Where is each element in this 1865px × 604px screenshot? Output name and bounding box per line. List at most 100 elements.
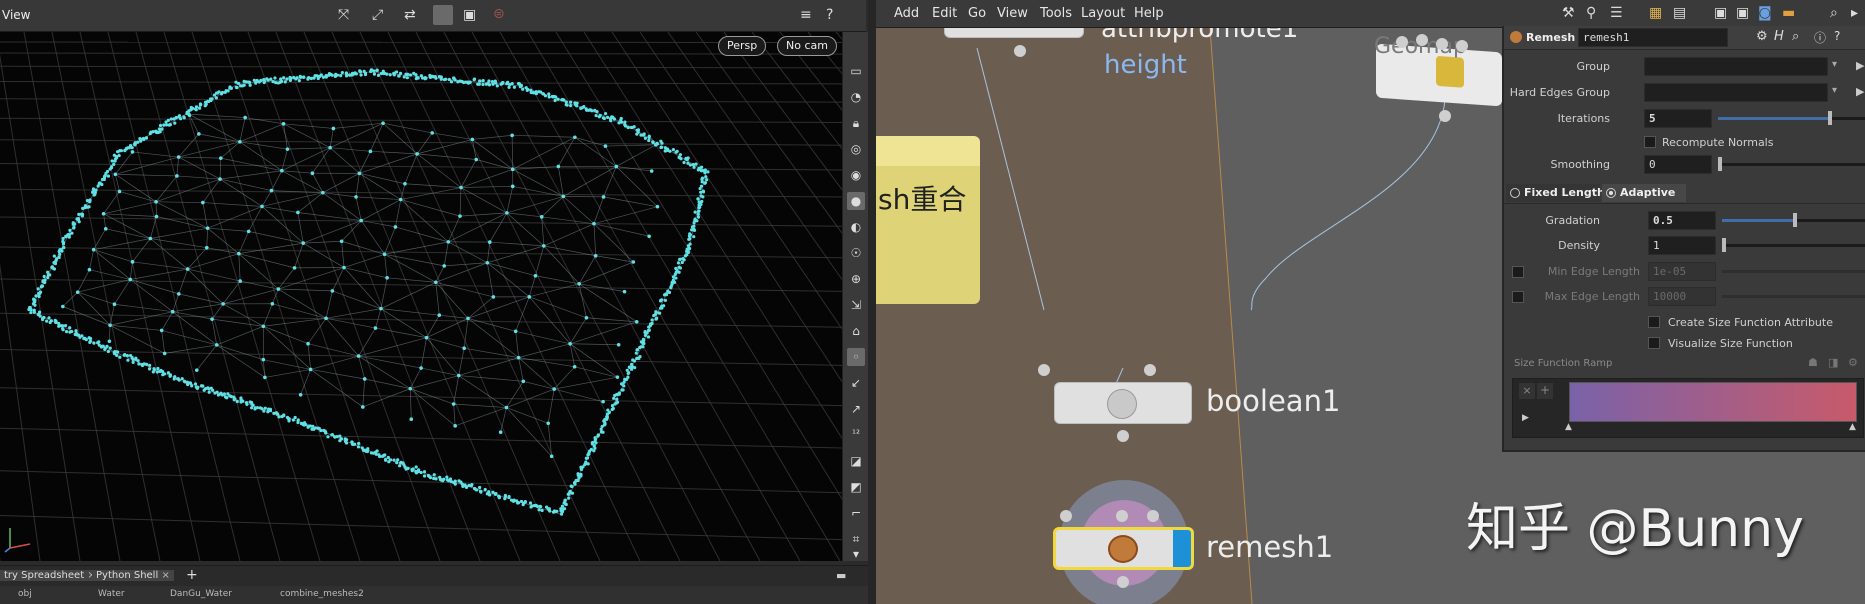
help-icon[interactable]: ?	[826, 7, 833, 23]
path-obj[interactable]: obj	[18, 589, 32, 599]
ramp-key-end[interactable]: ▲	[1849, 422, 1856, 432]
vis-icon[interactable]: ▭	[847, 62, 865, 80]
group-select-icon[interactable]: ▶	[1856, 59, 1864, 72]
smoothing-slider[interactable]	[1718, 156, 1865, 173]
max-edge-toggle[interactable]	[1512, 291, 1524, 303]
help-icon[interactable]: ?	[1834, 29, 1840, 43]
remesh-input-port-c[interactable]	[1147, 510, 1159, 522]
ramp-expand-icon[interactable]: ▶	[1522, 413, 1529, 423]
wrench-icon[interactable]: ⚒	[1562, 5, 1575, 21]
geomap-input-port[interactable]	[1456, 40, 1468, 52]
slider-knob[interactable]	[1827, 111, 1832, 125]
iterations-field[interactable]: 5	[1644, 109, 1712, 128]
ramp-gradient[interactable]	[1569, 382, 1857, 422]
density-slider[interactable]	[1722, 237, 1865, 254]
edge-icon[interactable]: ↙	[847, 374, 865, 392]
help-h-icon[interactable]: H	[1774, 29, 1784, 44]
camera-icon[interactable]: ◎	[847, 140, 865, 158]
scene-viewport[interactable]: Persp No cam	[0, 31, 1601, 562]
ramp-remove-icon[interactable]: ×	[1519, 383, 1535, 399]
recompute-normals-checkbox[interactable]	[1644, 136, 1656, 148]
ramp-preset-icon[interactable]: ☗	[1808, 356, 1818, 369]
density-field[interactable]: 1	[1648, 236, 1716, 255]
geomap-input-port[interactable]	[1396, 36, 1408, 48]
point-number-icon[interactable]: ¹²	[847, 426, 865, 444]
info-icon[interactable]: ⓘ	[1814, 29, 1826, 46]
boolean-node[interactable]	[1054, 382, 1192, 424]
menu-go[interactable]: Go	[968, 6, 986, 21]
iterations-slider[interactable]	[1718, 110, 1865, 127]
ramp-key-start[interactable]: ▲	[1565, 422, 1572, 432]
slider-knob[interactable]	[1718, 157, 1722, 171]
node-name-field[interactable]: remesh1	[1578, 28, 1728, 47]
min-edge-toggle[interactable]	[1512, 266, 1524, 278]
display-flag[interactable]	[1173, 530, 1191, 567]
ortho-icon[interactable]: ⌐	[847, 504, 865, 522]
close-icon[interactable]: ×	[161, 570, 169, 581]
tab-fixed-length[interactable]: Fixed Length	[1506, 184, 1605, 202]
path-dangu-water[interactable]: DanGu_Water	[170, 589, 232, 599]
attribpromote-node[interactable]	[944, 28, 1084, 38]
tab-adaptive[interactable]: Adaptive	[1602, 184, 1686, 202]
group-field[interactable]	[1644, 57, 1828, 76]
display-options-icon[interactable]: ≡	[800, 7, 812, 23]
geomap-input-port[interactable]	[1416, 34, 1428, 46]
boolean-input-port-a[interactable]	[1038, 364, 1050, 376]
smoothing-field[interactable]: 0	[1644, 155, 1712, 174]
point-display-icon[interactable]: ◦	[847, 348, 865, 366]
attribpromote-output-port[interactable]	[1014, 45, 1026, 57]
light-icon[interactable]: ●	[847, 192, 865, 210]
gradation-field[interactable]: 0.5	[1648, 211, 1716, 230]
pin-icon[interactable]: ⚲	[1586, 5, 1596, 21]
menu-add[interactable]: Add	[894, 6, 919, 21]
search-icon[interactable]: ⌕	[1792, 29, 1799, 44]
geomap-input-port[interactable]	[1436, 38, 1448, 50]
headlight-icon[interactable]: ◐	[847, 218, 865, 236]
hard-edges-select-icon[interactable]: ▶	[1856, 85, 1864, 98]
snapshot-icon[interactable]: ▣	[463, 7, 476, 23]
expand-down-icon[interactable]: ▾	[847, 548, 865, 560]
visualize-size-fn-checkbox[interactable]	[1648, 337, 1660, 349]
image2-icon[interactable]: ▣	[1736, 5, 1749, 21]
slider-knob[interactable]	[1792, 213, 1797, 227]
menu-view[interactable]: View	[997, 6, 1028, 21]
background-icon[interactable]: ◙	[1758, 5, 1772, 21]
remesh-node[interactable]	[1053, 527, 1194, 570]
ramp-add-icon[interactable]: +	[1537, 383, 1553, 399]
boolean-input-port-b[interactable]	[1144, 364, 1156, 376]
prim-icon[interactable]: ◪	[847, 452, 865, 470]
palette-icon[interactable]: ▬	[1782, 5, 1795, 21]
create-size-fn-checkbox[interactable]	[1648, 316, 1660, 328]
grid-snap-icon[interactable]: ⌗	[847, 530, 865, 548]
gradation-slider[interactable]	[1722, 212, 1865, 229]
persp-camera-menu[interactable]: Persp	[718, 36, 767, 56]
list-icon[interactable]: ☰	[1610, 5, 1623, 21]
search-icon[interactable]: ⌕	[1830, 5, 1838, 21]
tab-python-shell[interactable]: Python Shell ×	[92, 570, 174, 581]
ramp-gear-icon[interactable]: ⚙	[1848, 356, 1858, 369]
menu-tools[interactable]: Tools	[1040, 6, 1072, 21]
hard-edges-field[interactable]	[1644, 83, 1828, 102]
record-icon[interactable]: ⊜	[493, 6, 505, 22]
more-icon[interactable]: ▸	[1851, 5, 1858, 21]
tab-spreadsheet[interactable]: try Spreadsheet ×	[0, 570, 100, 581]
grid-view-icon[interactable]: ▦	[1649, 5, 1662, 21]
lock-icon[interactable]: 🔒︎	[847, 114, 865, 132]
sticky-note[interactable]: sh重合	[876, 136, 980, 304]
ramp-editor[interactable]: × + ▶ ▲ ▲	[1512, 378, 1864, 438]
menu-layout[interactable]: Layout	[1081, 6, 1125, 21]
bulb-icon[interactable]: ☉	[847, 244, 865, 262]
normals-icon[interactable]: ⇲	[847, 296, 865, 314]
hard-edges-dropdown-icon[interactable]: ▾	[1832, 85, 1837, 96]
remesh-output-port[interactable]	[1117, 576, 1129, 588]
add-tab-icon[interactable]: +	[186, 567, 198, 583]
path-water[interactable]: Water	[98, 589, 125, 599]
uv-icon[interactable]: ◩	[847, 478, 865, 496]
vector-icon[interactable]: ↗	[847, 400, 865, 418]
boolean-output-port[interactable]	[1117, 430, 1129, 442]
transform-tool-icon[interactable]: ⤢	[372, 7, 383, 23]
pane-menu-icon[interactable]: ▬	[836, 569, 846, 582]
xray-icon[interactable]: ⊕	[847, 270, 865, 288]
handle-tool-icon[interactable]: ⇄	[404, 7, 416, 23]
tile-view-icon[interactable]: ▤	[1673, 5, 1686, 21]
